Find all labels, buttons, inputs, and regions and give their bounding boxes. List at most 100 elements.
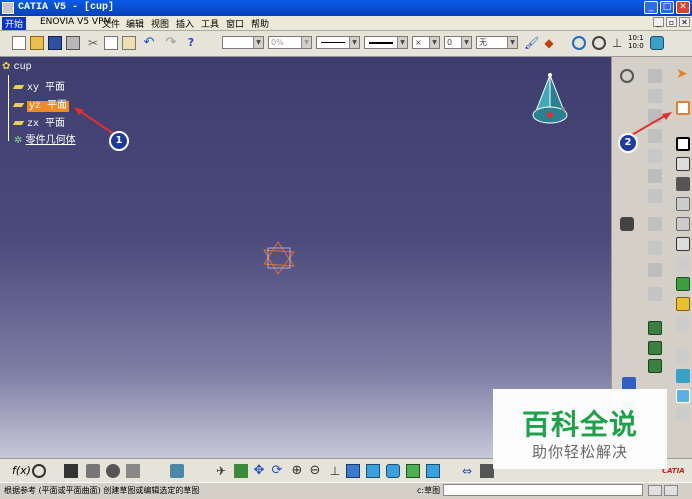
close-button[interactable]: ✕ xyxy=(676,1,690,14)
compass-icon[interactable] xyxy=(592,36,606,50)
camera-icon[interactable] xyxy=(620,217,634,231)
disabled-tool-icon[interactable] xyxy=(648,241,662,255)
chamfer-icon[interactable] xyxy=(676,369,690,383)
draft-icon[interactable] xyxy=(676,389,690,403)
measure-item-icon[interactable] xyxy=(480,464,494,478)
disabled-tool-icon[interactable] xyxy=(648,149,662,163)
slot-icon[interactable] xyxy=(676,257,690,271)
compass-widget[interactable] xyxy=(528,67,578,127)
undo-icon[interactable]: ↶ xyxy=(142,36,156,50)
swap-space-icon[interactable] xyxy=(426,464,440,478)
rotate-icon[interactable]: ⟳ xyxy=(270,464,284,478)
axis-icon[interactable]: ⊥ xyxy=(610,36,624,50)
doc-restore-button[interactable]: ▫ xyxy=(666,17,677,27)
remove-icon[interactable] xyxy=(648,359,662,373)
help-icon[interactable]: ? xyxy=(184,36,198,50)
line-thickness-select[interactable]: 0% ▼ xyxy=(268,36,312,49)
cut-icon[interactable]: ✂ xyxy=(86,36,100,50)
menu-window[interactable]: 窗口 xyxy=(226,17,244,30)
pocket-icon[interactable] xyxy=(676,157,690,171)
select-arrow-icon[interactable]: ➤ xyxy=(676,67,690,81)
minimize-button[interactable]: _ xyxy=(644,1,658,14)
save-icon[interactable] xyxy=(48,36,62,50)
open-icon[interactable] xyxy=(30,36,44,50)
brush-icon[interactable]: 🖌 xyxy=(524,36,539,50)
disabled-tool-icon[interactable] xyxy=(648,69,662,83)
zoom-in-icon[interactable]: ⊕ xyxy=(290,464,304,478)
doc-close-button[interactable]: ✕ xyxy=(679,17,690,27)
zoom-ratio[interactable]: 10:1 10:0 xyxy=(628,34,644,50)
groove-icon[interactable] xyxy=(676,197,690,211)
rib-icon[interactable] xyxy=(676,237,690,251)
layer-select[interactable]: 0 ▼ xyxy=(444,36,472,49)
shell-icon[interactable] xyxy=(676,407,690,421)
catalog-icon[interactable] xyxy=(106,464,120,478)
disabled-tool-icon[interactable] xyxy=(648,217,662,231)
disabled-tool-icon[interactable] xyxy=(648,263,662,277)
disabled-tool-icon[interactable] xyxy=(648,169,662,183)
layer-filter-select[interactable]: 无 ▼ xyxy=(476,36,518,49)
menu-help[interactable]: 帮助 xyxy=(251,17,269,30)
tree-item-xy-plane[interactable]: xy 平面 xyxy=(12,78,65,94)
pan-icon[interactable]: ✥ xyxy=(252,464,266,478)
hole-icon[interactable] xyxy=(676,217,690,231)
disabled-tool-icon[interactable] xyxy=(648,287,662,301)
knowledge-icon[interactable] xyxy=(126,464,140,478)
cylinder-icon[interactable] xyxy=(650,36,664,50)
line-type-select[interactable]: ▼ xyxy=(316,36,360,49)
new-icon[interactable] xyxy=(12,36,26,50)
print-icon[interactable] xyxy=(66,36,80,50)
tree-item-yz-plane[interactable]: yz 平面 xyxy=(12,96,70,112)
command-cancel-button[interactable] xyxy=(664,485,678,496)
tree-root[interactable]: ✿ cup xyxy=(2,61,32,73)
graph-icon[interactable] xyxy=(86,464,100,478)
fillet-icon[interactable] xyxy=(676,349,690,363)
menu-file[interactable]: 文件 xyxy=(102,17,120,30)
command-input[interactable] xyxy=(443,484,643,496)
fill-icon[interactable]: ◆ xyxy=(542,36,556,50)
fly-mode-icon[interactable]: ✈ xyxy=(214,464,228,478)
point-type-select[interactable]: × ▼ xyxy=(412,36,440,49)
origin-planes[interactable] xyxy=(260,240,298,276)
quick-view-icon[interactable] xyxy=(346,464,360,478)
doc-minimize-button[interactable]: _ xyxy=(653,17,664,27)
maximize-button[interactable]: □ xyxy=(660,1,674,14)
paste-icon[interactable] xyxy=(122,36,136,50)
measure-between-icon[interactable]: ⇔ xyxy=(460,464,474,478)
tree-item-zx-plane[interactable]: zx 平面 xyxy=(12,114,65,130)
hide-show-icon[interactable] xyxy=(406,464,420,478)
formula-icon[interactable]: f(x) xyxy=(12,464,31,477)
menu-edit[interactable]: 编辑 xyxy=(126,17,144,30)
pad-icon[interactable] xyxy=(676,137,690,151)
sketcher-icon[interactable] xyxy=(676,101,690,115)
gear-icon[interactable] xyxy=(620,69,634,83)
analysis-icon[interactable] xyxy=(170,464,184,478)
loft-icon[interactable] xyxy=(676,297,690,311)
line-weight-select[interactable]: ▼ xyxy=(364,36,408,49)
comment-icon[interactable] xyxy=(32,464,46,478)
menu-insert[interactable]: 插入 xyxy=(176,17,194,30)
menu-enovia[interactable]: ENOVIA V5 VPM xyxy=(40,17,111,27)
remove-loft-icon[interactable] xyxy=(676,317,690,331)
shading-icon[interactable] xyxy=(386,464,400,478)
table-icon[interactable] xyxy=(64,464,78,478)
boolean-icon[interactable] xyxy=(648,321,662,335)
menu-view[interactable]: 视图 xyxy=(151,17,169,30)
redo-icon[interactable]: ↷ xyxy=(164,36,178,50)
add-icon[interactable] xyxy=(648,341,662,355)
zoom-out-icon[interactable]: ⊖ xyxy=(308,464,322,478)
sketch-icon[interactable] xyxy=(572,36,586,50)
normal-view-icon[interactable]: ⊥ xyxy=(328,464,342,478)
command-ok-button[interactable] xyxy=(648,485,662,496)
line-color-select[interactable]: ▼ xyxy=(222,36,264,49)
menu-tools[interactable]: 工具 xyxy=(201,17,219,30)
menu-start[interactable]: 开始 xyxy=(2,17,27,30)
shaft-icon[interactable] xyxy=(676,177,690,191)
app-icon[interactable] xyxy=(2,2,14,14)
copy-icon[interactable] xyxy=(104,36,118,50)
disabled-tool-icon[interactable] xyxy=(648,89,662,103)
stiffener-icon[interactable] xyxy=(676,277,690,291)
iso-view-icon[interactable] xyxy=(366,464,380,478)
disabled-tool-icon[interactable] xyxy=(648,189,662,203)
fit-all-icon[interactable] xyxy=(234,464,248,478)
